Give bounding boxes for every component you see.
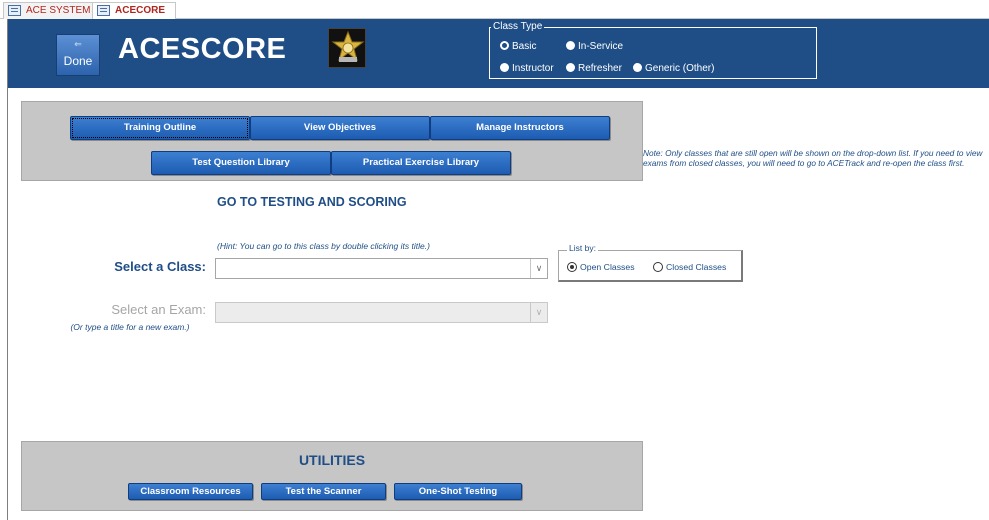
tab-acecore[interactable]: ACECORE: [92, 2, 177, 20]
section-heading: GO TO TESTING AND SCORING: [217, 195, 407, 209]
radio-icon: [633, 63, 642, 72]
form-icon: [97, 5, 110, 16]
list-by-group: List by: Open Classes Closed Classes: [558, 243, 743, 282]
radio-label: Instructor: [512, 63, 554, 74]
navigation-panel: Training Outline View Objectives Manage …: [21, 101, 643, 181]
form-icon: [8, 5, 21, 16]
manage-instructors-button[interactable]: Manage Instructors: [430, 116, 610, 140]
select-exam-combobox[interactable]: ∨: [215, 302, 548, 323]
radio-closed-classes[interactable]: Closed Classes: [653, 262, 726, 273]
utilities-title: UTILITIES: [298, 452, 366, 468]
radio-generic[interactable]: Generic (Other): [633, 63, 714, 75]
one-shot-testing-button[interactable]: One-Shot Testing: [394, 483, 522, 500]
chevron-down-icon[interactable]: ∨: [530, 303, 547, 322]
radio-label: Refresher: [578, 63, 622, 74]
radio-label: In-Service: [578, 41, 624, 52]
radio-icon: [566, 63, 575, 72]
test-the-scanner-button[interactable]: Test the Scanner: [261, 483, 386, 500]
done-button[interactable]: ⇐ Done: [56, 34, 100, 76]
list-by-legend: List by:: [567, 243, 598, 253]
back-arrow-icon: ⇐: [74, 39, 82, 49]
utilities-panel: UTILITIES Classroom Resources Test the S…: [21, 441, 643, 511]
tab-ace-system[interactable]: ACE SYSTEM: [3, 2, 102, 19]
training-outline-button[interactable]: Training Outline: [70, 116, 250, 140]
select-class-combobox[interactable]: ∨: [215, 258, 548, 279]
open-classes-note: Note: Only classes that are still open w…: [643, 148, 983, 168]
exam-note: (Or type a title for a new exam.): [70, 322, 190, 332]
class-type-group: Class Type Basic In-Service Instructor R…: [489, 21, 817, 79]
radio-label: Closed Classes: [666, 262, 727, 272]
app-title: ACESCORE: [118, 33, 287, 65]
radio-label: Basic: [512, 41, 537, 52]
radio-label: Open Classes: [580, 262, 635, 272]
class-type-legend: Class Type: [491, 21, 545, 32]
radio-icon: [566, 41, 575, 50]
radio-icon: [500, 63, 509, 72]
radio-open-classes[interactable]: Open Classes: [567, 262, 635, 273]
chevron-down-icon[interactable]: ∨: [530, 259, 547, 278]
form-left-border: [7, 19, 8, 520]
radio-selected-icon: [567, 262, 577, 272]
radio-selected-icon: [500, 41, 509, 50]
radio-basic[interactable]: Basic: [500, 41, 536, 53]
view-objectives-button[interactable]: View Objectives: [250, 116, 430, 140]
radio-in-service[interactable]: In-Service: [566, 41, 623, 53]
header-bar: ⇐ Done ACESCORE Class Type Basic In-Serv…: [8, 19, 989, 88]
radio-icon: [653, 262, 663, 272]
radio-refresher[interactable]: Refresher: [566, 63, 622, 75]
test-question-library-button[interactable]: Test Question Library: [151, 151, 331, 175]
select-exam-label: Select an Exam:: [111, 302, 206, 317]
radio-instructor[interactable]: Instructor: [500, 63, 554, 75]
badge-logo: [328, 28, 366, 68]
select-class-label: Select a Class:: [114, 259, 206, 274]
tab-label: ACE SYSTEM: [26, 5, 91, 16]
practical-exercise-library-button[interactable]: Practical Exercise Library: [331, 151, 511, 175]
hint-text: (Hint: You can go to this class by doubl…: [217, 241, 430, 251]
classroom-resources-button[interactable]: Classroom Resources: [128, 483, 253, 500]
radio-label: Generic (Other): [645, 63, 715, 74]
tab-label: ACECORE: [115, 5, 166, 16]
document-tab-strip: ACE SYSTEM ACECORE: [0, 0, 989, 20]
acescore-form: ACE SYSTEM ACECORE ⇐ Done ACESCORE Class…: [0, 0, 989, 520]
done-label: Done: [63, 54, 93, 68]
